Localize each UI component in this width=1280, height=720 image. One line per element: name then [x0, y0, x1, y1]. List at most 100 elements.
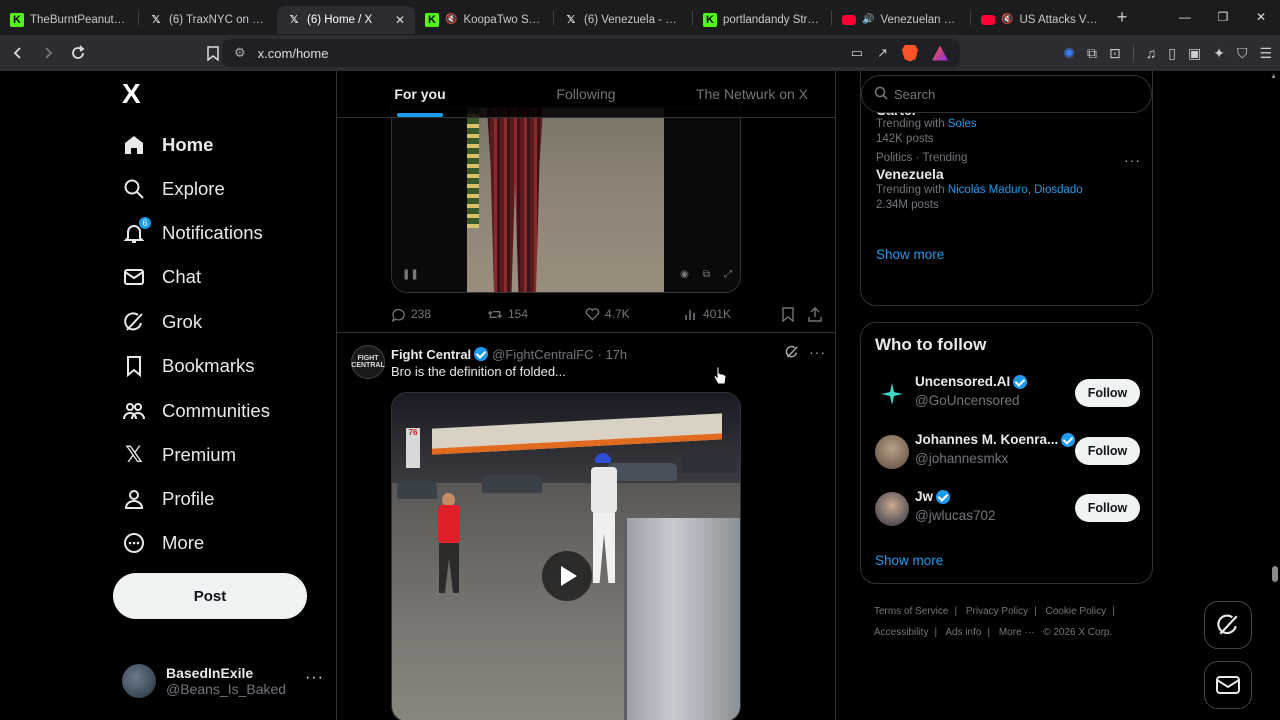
browser-tab[interactable]: K portlandandy Stream: [693, 6, 831, 34]
browser-tab-active[interactable]: 𝕏 (6) Home / X ✕: [277, 5, 415, 34]
browser-tab[interactable]: K TheBurntPeanut Stream: [0, 6, 138, 34]
share-icon[interactable]: [808, 306, 822, 322]
nav-item-communities[interactable]: Communities: [122, 396, 270, 426]
views-button[interactable]: 401K: [684, 307, 782, 321]
muted-speaker-icon[interactable]: 🔇: [1001, 14, 1013, 25]
more-dots-icon[interactable]: ···: [305, 669, 324, 687]
account-switcher[interactable]: BasedInExile @Beans_Is_Baked ···: [122, 656, 324, 706]
follow-show-more-link[interactable]: Show more: [875, 553, 943, 568]
follow-suggestion[interactable]: Johannes M. Koenra... @johannesmkx Follo…: [875, 432, 1140, 472]
follow-button[interactable]: Follow: [1075, 437, 1140, 465]
grok-icon: [122, 310, 146, 334]
close-window-icon[interactable]: ✕: [1242, 0, 1280, 34]
post-time[interactable]: · 17h: [598, 347, 628, 362]
follow-button[interactable]: Follow: [1075, 494, 1140, 522]
vpn-icon[interactable]: ✺: [1063, 45, 1075, 62]
nav-label: Explore: [162, 178, 225, 199]
avatar: [875, 377, 909, 411]
author-name[interactable]: Fight Central: [391, 347, 471, 362]
footer-link-privacy[interactable]: Privacy Policy: [966, 606, 1028, 617]
messages-floating-button[interactable]: [1204, 661, 1252, 709]
shield-icon[interactable]: ⛉: [1237, 45, 1248, 62]
search-input[interactable]: Search: [861, 75, 1152, 113]
wallet-icon[interactable]: ▣: [1188, 45, 1201, 62]
extensions-icon[interactable]: ⧉: [1087, 45, 1097, 62]
tab-following[interactable]: Following: [503, 71, 669, 117]
nav-item-premium[interactable]: 𝕏 Premium: [122, 440, 236, 470]
grok-icon[interactable]: [785, 345, 799, 362]
repost-button[interactable]: 154: [487, 307, 585, 322]
music-icon[interactable]: ♫: [1146, 45, 1157, 61]
url-text: x.com/home: [257, 45, 329, 61]
nav-item-bookmarks[interactable]: Bookmarks: [122, 351, 255, 381]
like-button[interactable]: 4.7K: [585, 307, 684, 321]
browser-tab[interactable]: 𝕏 (6) TraxNYC on X: "An: [139, 6, 277, 34]
tab-the-netwurk[interactable]: The Netwurk on X: [669, 71, 835, 117]
post-video[interactable]: ❚❚ ◉ ⧉ ⤢: [391, 107, 741, 293]
volume-icon[interactable]: ◉: [680, 269, 689, 280]
scroll-up-icon[interactable]: ▲: [1270, 73, 1277, 80]
screenshot-icon[interactable]: ⊡: [1109, 45, 1121, 62]
maximize-icon[interactable]: ❐: [1204, 0, 1242, 34]
post-video[interactable]: 76: [391, 392, 741, 720]
forward-icon[interactable]: [35, 41, 60, 66]
browser-tab[interactable]: K 🔇 KoopaTwo Stream: [415, 6, 553, 34]
site-settings-icon[interactable]: ⚙: [234, 45, 246, 61]
reload-icon[interactable]: [65, 41, 90, 66]
pip-icon[interactable]: ⧉: [703, 269, 710, 280]
more-dots-icon[interactable]: ···: [1124, 152, 1141, 168]
close-tab-icon[interactable]: ✕: [395, 13, 405, 27]
nav-item-chat[interactable]: Chat: [122, 262, 201, 292]
trend-posts: 142K posts: [876, 133, 934, 145]
browser-tab[interactable]: 🔊 Venezuelan presid: [832, 6, 970, 34]
tab-for-you[interactable]: For you: [337, 71, 503, 117]
nav-item-home[interactable]: Home: [122, 130, 213, 160]
footer-link-more[interactable]: More ···: [999, 627, 1035, 638]
follow-suggestion[interactable]: Uncensored.AI @GoUncensored Follow: [875, 374, 1140, 414]
footer-link-accessibility[interactable]: Accessibility: [874, 627, 928, 638]
footer-link-ads-info[interactable]: Ads info: [945, 627, 981, 638]
x-logo[interactable]: X: [122, 80, 148, 108]
follow-suggestion[interactable]: Jw @jwlucas702 Follow: [875, 489, 1140, 529]
new-tab-button[interactable]: +: [1109, 7, 1135, 28]
nav-item-more[interactable]: More: [122, 528, 204, 558]
reply-button[interactable]: 238: [391, 307, 487, 322]
cast-icon[interactable]: ▭: [851, 45, 863, 61]
footer-link-terms[interactable]: Terms of Service: [874, 606, 948, 617]
scrollbar-thumb[interactable]: [1272, 566, 1278, 582]
share-icon[interactable]: ↗: [877, 45, 888, 61]
nav-item-explore[interactable]: Explore: [122, 174, 225, 204]
grok-floating-button[interactable]: [1204, 601, 1252, 649]
trend-link[interactable]: Soles: [948, 118, 977, 130]
bookmark-icon[interactable]: [782, 306, 808, 322]
leo-ai-icon[interactable]: ✦: [1213, 45, 1225, 62]
muted-speaker-icon[interactable]: 🔇: [445, 14, 457, 25]
more-dots-icon[interactable]: ···: [809, 344, 826, 360]
avatar[interactable]: FIGHT CENTRAL: [351, 345, 385, 379]
trend-item[interactable]: Politics · Trending Venezuela Trending w…: [876, 152, 1083, 211]
back-icon[interactable]: [5, 41, 30, 66]
fullscreen-icon[interactable]: ⤢: [724, 269, 732, 280]
brave-rewards-icon[interactable]: [932, 45, 948, 61]
browser-tab[interactable]: 🔇 US Attacks Venez: [971, 6, 1109, 34]
address-bar[interactable]: ⚙ x.com/home ▭ ↗: [222, 39, 960, 67]
post-button[interactable]: Post: [113, 573, 307, 619]
footer-copyright: © 2026 X Corp.: [1043, 627, 1113, 638]
nav-item-profile[interactable]: Profile: [122, 484, 214, 514]
nav-item-notifications[interactable]: 6 Notifications: [122, 216, 263, 248]
author-handle[interactable]: @FightCentralFC: [492, 347, 593, 362]
menu-icon[interactable]: ☰: [1259, 45, 1272, 62]
footer-link-cookies[interactable]: Cookie Policy: [1046, 606, 1107, 617]
sidebar-toggle-icon[interactable]: ▯: [1168, 45, 1176, 62]
pause-icon[interactable]: ❚❚: [402, 269, 419, 280]
speaker-icon[interactable]: 🔊: [862, 14, 874, 25]
browser-tab[interactable]: 𝕏 (6) Venezuela - Search: [554, 6, 692, 34]
trend-link[interactable]: Nicolás Maduro, Diosdado: [948, 184, 1083, 196]
nav-item-grok[interactable]: Grok: [122, 307, 202, 337]
browser-tab-bar: K TheBurntPeanut Stream 𝕏 (6) TraxNYC on…: [0, 0, 1280, 35]
minimize-icon[interactable]: —: [1166, 0, 1204, 34]
brave-shields-icon[interactable]: [902, 44, 918, 62]
trends-show-more-link[interactable]: Show more: [876, 247, 944, 262]
play-icon[interactable]: [542, 551, 592, 601]
follow-button[interactable]: Follow: [1075, 379, 1140, 407]
